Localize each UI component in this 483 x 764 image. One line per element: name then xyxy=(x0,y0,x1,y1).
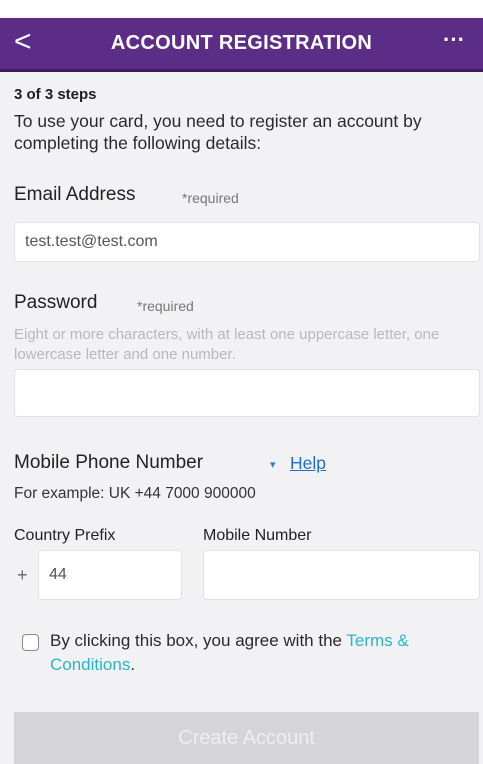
email-required-note: *required xyxy=(182,190,239,206)
email-value: test.test@test.com xyxy=(25,233,158,250)
create-account-button[interactable]: Create Account xyxy=(14,712,479,764)
password-hint: Eight or more characters, with at least … xyxy=(14,326,440,363)
email-label: Email Address xyxy=(14,184,136,205)
help-caret-icon[interactable]: ▾ xyxy=(270,458,276,471)
mobile-number-label: Mobile Number xyxy=(203,527,312,544)
app-header: < ACCOUNT REGISTRATION ··· xyxy=(0,0,483,80)
password-field[interactable] xyxy=(14,369,480,417)
country-prefix-value: 44 xyxy=(49,566,67,583)
help-link[interactable]: Help xyxy=(290,453,326,474)
terms-checkbox[interactable] xyxy=(22,634,39,651)
terms-suffix: . xyxy=(130,655,136,674)
intro-text: To use your card, you need to register a… xyxy=(14,111,422,153)
step-indicator: 3 of 3 steps xyxy=(14,86,97,103)
more-options-icon[interactable]: ··· xyxy=(437,28,471,58)
mobile-number-field[interactable] xyxy=(203,550,480,600)
country-prefix-label: Country Prefix xyxy=(14,527,116,544)
password-required-note: *required xyxy=(137,298,194,314)
terms-text: By clicking this box, you agree with the… xyxy=(50,629,475,677)
country-prefix-field[interactable]: 44 xyxy=(38,550,182,600)
terms-lead-text: By clicking this box, you agree with the xyxy=(50,631,347,650)
title-bar: < ACCOUNT REGISTRATION ··· xyxy=(0,18,483,72)
mobile-phone-label: Mobile Phone Number xyxy=(14,452,204,473)
email-field[interactable]: test.test@test.com xyxy=(14,222,480,262)
password-label: Password xyxy=(14,292,98,313)
plus-sign: + xyxy=(17,565,28,585)
phone-example: For example: UK +44 7000 900000 xyxy=(14,485,256,502)
registration-form: 3 of 3 steps To use your card, you need … xyxy=(0,72,483,764)
page-title: ACCOUNT REGISTRATION xyxy=(110,32,373,54)
